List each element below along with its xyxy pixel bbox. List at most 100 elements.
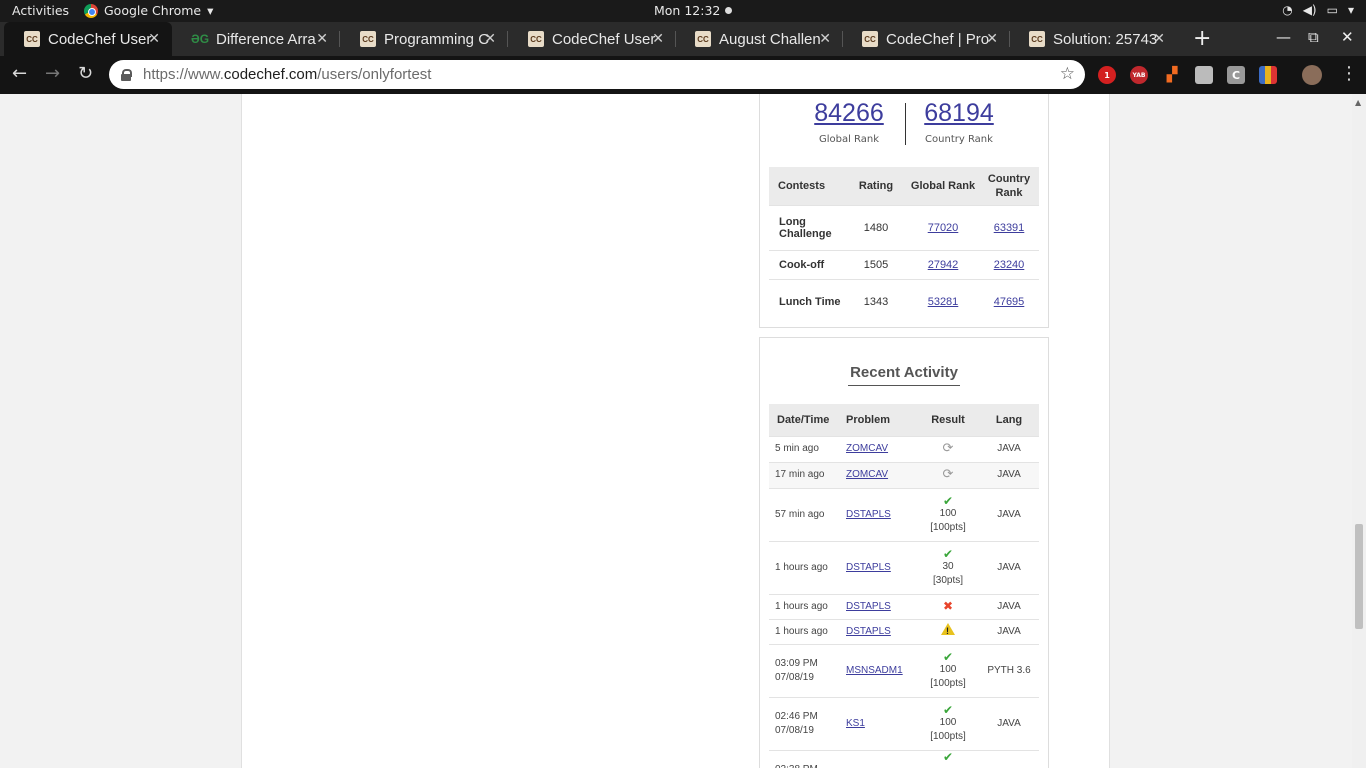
- url-text: https://www.codechef.com/users/onlyforte…: [143, 66, 432, 83]
- global-rank-link[interactable]: 53281: [928, 296, 959, 308]
- header-date-time: Date/Time: [769, 404, 836, 436]
- warning-icon: [941, 623, 955, 638]
- table-row: 02:38 PM ✔: [769, 749, 1039, 768]
- check-icon: ✔: [942, 702, 954, 717]
- close-tab-icon[interactable]: ✕: [986, 30, 998, 47]
- scrollbar-thumb[interactable]: [1355, 524, 1363, 629]
- score: 100: [939, 716, 957, 728]
- codechef-favicon-icon: CC: [1029, 31, 1045, 47]
- rank-divider: [905, 103, 906, 145]
- dropdown-arrow-icon: ▾: [207, 3, 214, 18]
- clock-text: Mon 12:32: [654, 3, 721, 18]
- activities-button[interactable]: Activities: [12, 3, 69, 18]
- kebab-menu-icon[interactable]: ⋮: [1340, 63, 1358, 84]
- extension-red-icon[interactable]: 1: [1098, 66, 1116, 84]
- submission-time: 02:38 PM: [769, 749, 836, 768]
- extension-orange-icon[interactable]: ▞: [1163, 66, 1181, 84]
- header-problem: Problem: [836, 404, 917, 436]
- header-rating: Rating: [845, 167, 907, 205]
- tab-difference-array[interactable]: ƏG Difference Arra ✕: [172, 22, 340, 56]
- clock[interactable]: Mon 12:32: [654, 3, 733, 18]
- problem-link[interactable]: KS1: [846, 718, 865, 729]
- app-name: Google Chrome: [104, 3, 202, 18]
- problem-link[interactable]: ZOMCAV: [846, 443, 888, 454]
- global-rank-link[interactable]: 84266: [804, 99, 894, 128]
- submission-lang: JAVA: [979, 435, 1039, 462]
- page-viewport: 84266 Global Rank 68194 Country Rank Con…: [0, 94, 1366, 768]
- wifi-icon: ◔: [1282, 3, 1293, 17]
- tray-menu-icon: ▾: [1347, 3, 1354, 17]
- problem-link[interactable]: DSTAPLS: [846, 626, 891, 637]
- points: [100pts]: [930, 677, 966, 689]
- maximize-icon[interactable]: ⧉: [1308, 28, 1319, 46]
- close-tab-icon[interactable]: ✕: [316, 30, 328, 47]
- forward-arrow-icon[interactable]: →: [45, 63, 60, 84]
- system-tray[interactable]: ◔ ◀) ▭ ▾: [1282, 3, 1354, 17]
- problem-link[interactable]: ZOMCAV: [846, 469, 888, 480]
- global-rank-box: 84266 Global Rank: [804, 99, 894, 145]
- submission-time: 1 hours ago: [769, 593, 836, 619]
- table-header-row: Contests Rating Global Rank Country Rank: [769, 167, 1039, 205]
- close-window-icon[interactable]: ✕: [1341, 28, 1354, 46]
- table-row: 1 hours ago DSTAPLS ✔ 30 [30pts] JAVA: [769, 540, 1039, 594]
- problem-link[interactable]: DSTAPLS: [846, 562, 891, 573]
- rating-table: Contests Rating Global Rank Country Rank…: [769, 167, 1039, 324]
- rank-panel: 84266 Global Rank 68194 Country Rank Con…: [759, 94, 1049, 328]
- pending-icon: ⟳: [942, 466, 954, 481]
- problem-link[interactable]: MSNSADM1: [846, 665, 903, 676]
- close-tab-icon[interactable]: ✕: [484, 30, 496, 47]
- check-icon: ✔: [942, 649, 954, 664]
- tab-programming[interactable]: CC Programming C ✕: [340, 22, 508, 56]
- country-rank-link[interactable]: 68194: [914, 99, 1004, 128]
- tab-solution[interactable]: CC Solution: 25743 ✕: [1009, 22, 1177, 56]
- chrome-logo-icon: [84, 3, 98, 18]
- score: 100: [939, 663, 957, 675]
- problem-link[interactable]: DSTAPLS: [846, 509, 891, 520]
- back-arrow-icon[interactable]: ←: [12, 63, 27, 84]
- header-result: Result: [917, 404, 979, 436]
- global-rank-link[interactable]: 77020: [928, 222, 959, 234]
- tab-codechef-user-2[interactable]: CC CodeChef User ✕: [508, 22, 676, 56]
- extension-chart-icon[interactable]: [1259, 66, 1277, 84]
- country-rank-link[interactable]: 47695: [994, 296, 1025, 308]
- country-rank-link[interactable]: 63391: [994, 222, 1025, 234]
- battery-icon: ▭: [1326, 3, 1338, 17]
- close-tab-icon[interactable]: ✕: [1153, 30, 1165, 47]
- check-icon: ✔: [942, 493, 954, 508]
- contest-name: Long Challenge: [769, 204, 845, 250]
- close-tab-icon[interactable]: ✕: [819, 30, 831, 47]
- table-row: 03:09 PM 07/08/19 MSNSADM1 ✔ 100 [100pts] P…: [769, 643, 1039, 697]
- global-rank-label: Global Rank: [818, 134, 880, 145]
- table-row: 02:46 PM 07/08/19 KS1 ✔ 100 [100pts] JAVA: [769, 696, 1039, 750]
- page-scrollbar[interactable]: ▲: [1352, 94, 1366, 768]
- extension-c-icon[interactable]: C: [1227, 66, 1245, 84]
- submission-time: 03:09 PM 07/08/19: [769, 643, 836, 697]
- bookmark-star-icon[interactable]: ☆: [1060, 64, 1075, 84]
- close-tab-icon[interactable]: ✕: [148, 30, 160, 47]
- country-rank-box: 68194 Country Rank: [914, 99, 1004, 145]
- global-rank-link[interactable]: 27942: [928, 259, 959, 271]
- scroll-up-arrow-icon[interactable]: ▲: [1355, 98, 1361, 107]
- address-bar[interactable]: https://www.codechef.com/users/onlyforte…: [109, 60, 1085, 89]
- codechef-favicon-icon: CC: [695, 31, 711, 47]
- volume-icon: ◀): [1302, 3, 1317, 17]
- minimize-icon[interactable]: —: [1276, 28, 1291, 46]
- reload-icon[interactable]: ↻: [78, 63, 93, 84]
- extension-yab-icon[interactable]: YAB: [1130, 66, 1148, 84]
- score: 30: [942, 560, 954, 572]
- close-tab-icon[interactable]: ✕: [652, 30, 664, 47]
- tab-august-challenge[interactable]: CC August Challen ✕: [675, 22, 843, 56]
- recent-activity-title: Recent Activity: [760, 362, 1048, 386]
- tab-title: CodeChef User: [552, 30, 656, 48]
- new-tab-icon[interactable]: +: [1193, 26, 1211, 51]
- app-menu[interactable]: Google Chrome ▾: [84, 3, 213, 18]
- tab-codechef-user[interactable]: CC CodeChef User ✕: [4, 22, 172, 56]
- problem-link[interactable]: DSTAPLS: [846, 601, 891, 612]
- tab-codechef-problem[interactable]: CC CodeChef | Pro ✕: [842, 22, 1010, 56]
- profile-avatar[interactable]: [1302, 65, 1322, 85]
- codechef-favicon-icon: CC: [360, 31, 376, 47]
- table-row: 17 min ago ZOMCAV ⟳ JAVA: [769, 461, 1039, 488]
- table-header-row: Date/Time Problem Result Lang: [769, 404, 1039, 436]
- extension-cube-icon[interactable]: [1195, 66, 1213, 84]
- country-rank-link[interactable]: 23240: [994, 259, 1025, 271]
